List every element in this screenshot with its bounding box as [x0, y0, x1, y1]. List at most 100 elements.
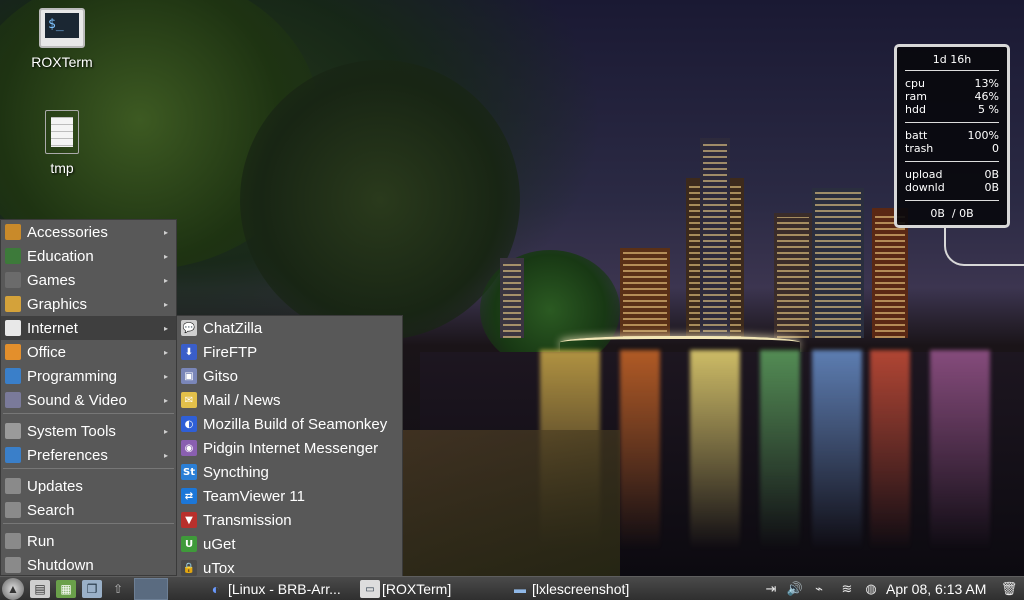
- menu-item-graphics[interactable]: Graphics ▸: [1, 292, 176, 316]
- syncthing-icon: St: [181, 464, 197, 480]
- submenu-item-label: Syncthing: [203, 463, 269, 481]
- submenu-arrow-icon: ▸: [164, 347, 169, 357]
- submenu-item-label: Gitso: [203, 367, 239, 385]
- menu-item-office[interactable]: Office ▸: [1, 340, 176, 364]
- submenu-item-label: Mail / News: [203, 391, 281, 409]
- submenu-item-label: Transmission: [203, 511, 292, 529]
- submenu-item-transmission[interactable]: ▼ Transmission: [177, 508, 402, 532]
- launcher-up-arrow[interactable]: ⇧: [108, 578, 128, 600]
- menu-item-run[interactable]: Run: [1, 529, 176, 553]
- updates-icon: [5, 478, 21, 494]
- task-button-lxlescreenshot[interactable]: ▬ [lxlescreenshot]: [510, 578, 650, 600]
- uptime-value: 1d 16h: [905, 51, 999, 71]
- task-button-seamonkey[interactable]: ◐ [Linux - BRB-Arr...: [206, 578, 356, 600]
- gitso-icon: ▣: [181, 368, 197, 384]
- cpu-row: cpu 13%: [905, 77, 999, 90]
- uget-icon: U: [181, 536, 197, 552]
- programming-icon: [5, 368, 21, 384]
- battery-plug-icon[interactable]: ⌁: [810, 580, 828, 598]
- submenu-item-syncthing[interactable]: St Syncthing: [177, 460, 402, 484]
- submenu-arrow-icon: ▸: [164, 227, 169, 237]
- teamviewer-icon: ⇄: [181, 488, 197, 504]
- workspace-pager[interactable]: [134, 578, 168, 600]
- desktop-icon-label: ROXTerm: [31, 54, 93, 70]
- submenu-item-mail-news[interactable]: ✉ Mail / News: [177, 388, 402, 412]
- trash-icon[interactable]: 🗑: [1000, 580, 1018, 598]
- menu-item-games[interactable]: Games ▸: [1, 268, 176, 292]
- task-button-roxterm[interactable]: ▭ [ROXTerm]: [360, 578, 470, 600]
- submenu-arrow-icon: ▸: [164, 299, 169, 309]
- menu-separator: [3, 413, 174, 414]
- start-menu-button[interactable]: ▲: [2, 578, 24, 600]
- hdd-row: hdd 5 %: [905, 103, 999, 116]
- seamonkey-icon: ◐: [211, 581, 221, 597]
- submenu-item-gitso[interactable]: ▣ Gitso: [177, 364, 402, 388]
- menu-item-programming[interactable]: Programming ▸: [1, 364, 176, 388]
- submenu-item-teamviewer-11[interactable]: ⇄ TeamViewer 11: [177, 484, 402, 508]
- menu-item-label: Accessories: [27, 223, 108, 241]
- utox-lock-icon: 🔒: [181, 560, 197, 576]
- menu-item-education[interactable]: Education ▸: [1, 244, 176, 268]
- system-tools-gear-icon: [5, 423, 21, 439]
- menu-item-internet[interactable]: Internet ▸: [1, 316, 176, 340]
- monitor-launcher-icon: ▦: [56, 580, 76, 598]
- menu-item-label: Internet: [27, 319, 78, 337]
- submenu-item-label: FireFTP: [203, 343, 258, 361]
- menu-item-preferences[interactable]: Preferences ▸: [1, 443, 176, 467]
- trash-row: trash 0: [905, 142, 999, 155]
- submenu-item-pidgin-internet-messenger[interactable]: ◉ Pidgin Internet Messenger: [177, 436, 402, 460]
- menu-item-label: Updates: [27, 477, 83, 495]
- volume-icon[interactable]: 🔊: [786, 580, 804, 598]
- games-icon: [5, 272, 21, 288]
- submenu-arrow-icon: ▸: [164, 323, 169, 333]
- text-file-icon: [45, 110, 79, 154]
- menu-item-label: Graphics: [27, 295, 88, 313]
- menu-item-label: Sound & Video: [27, 391, 127, 409]
- search-icon: [5, 502, 21, 518]
- windows-icon: ❐: [82, 580, 102, 598]
- submenu-arrow-icon: ▸: [164, 275, 169, 285]
- folder-icon: ▬: [514, 582, 526, 596]
- transmission-icon: ▼: [181, 512, 197, 528]
- show-desktop-button[interactable]: ❐: [82, 578, 102, 600]
- power-icon: [5, 557, 21, 573]
- file-manager-launcher[interactable]: ▤: [30, 578, 50, 600]
- menu-item-system-tools[interactable]: System Tools ▸: [1, 419, 176, 443]
- menu-item-shutdown[interactable]: Shutdown: [1, 553, 176, 577]
- mail-news-icon: ✉: [181, 392, 197, 408]
- menu-item-label: Shutdown: [27, 556, 94, 574]
- menu-item-label: Preferences: [27, 446, 108, 464]
- menu-item-label: Games: [27, 271, 76, 289]
- menu-item-sound-video[interactable]: Sound & Video ▸: [1, 388, 176, 412]
- update-globe-icon[interactable]: ◍: [862, 580, 880, 598]
- desktop-icon-label: tmp: [50, 160, 74, 176]
- menu-item-label: Office: [27, 343, 66, 361]
- terminal-icon: ▭: [360, 580, 380, 598]
- pidgin-icon: ◉: [181, 440, 197, 456]
- menu-item-label: Run: [27, 532, 55, 550]
- office-icon: [5, 344, 21, 360]
- application-menu: Accessories ▸ Education ▸ Games ▸ Graphics ▸ Int…: [0, 219, 177, 576]
- submenu-arrow-icon: ▸: [164, 371, 169, 381]
- submenu-item-label: ChatZilla: [203, 319, 263, 337]
- clock[interactable]: Apr 08, 6:13 AM: [886, 578, 986, 600]
- preferences-icon: [5, 447, 21, 463]
- wifi-icon[interactable]: ≋: [838, 580, 856, 598]
- system-monitor-launcher[interactable]: ▦: [56, 578, 76, 600]
- logout-arrow-icon[interactable]: ⇥: [762, 580, 780, 598]
- terminal-icon: $_: [39, 8, 85, 48]
- submenu-item-uget[interactable]: UuGet: [177, 532, 402, 556]
- menu-item-search[interactable]: Search: [1, 498, 176, 522]
- graphics-icon: [5, 296, 21, 312]
- monitor-cable-decoration: [944, 226, 1024, 266]
- desktop-icon-tmp[interactable]: tmp: [17, 110, 107, 176]
- menu-item-updates[interactable]: Updates: [1, 474, 176, 498]
- menu-item-label: Programming: [27, 367, 118, 385]
- submenu-item-fireftp[interactable]: ⬇ FireFTP: [177, 340, 402, 364]
- submenu-item-mozilla-build-of-seamonkey[interactable]: ◐ Mozilla Build of Seamonkey: [177, 412, 402, 436]
- menu-item-accessories[interactable]: Accessories ▸: [1, 220, 176, 244]
- desktop-icon-roxterm[interactable]: $_ ROXTerm: [17, 8, 107, 70]
- submenu-arrow-icon: ▸: [164, 450, 169, 460]
- sound-video-icon: [5, 392, 21, 408]
- submenu-item-chatzilla[interactable]: 💬 ChatZilla: [177, 316, 402, 340]
